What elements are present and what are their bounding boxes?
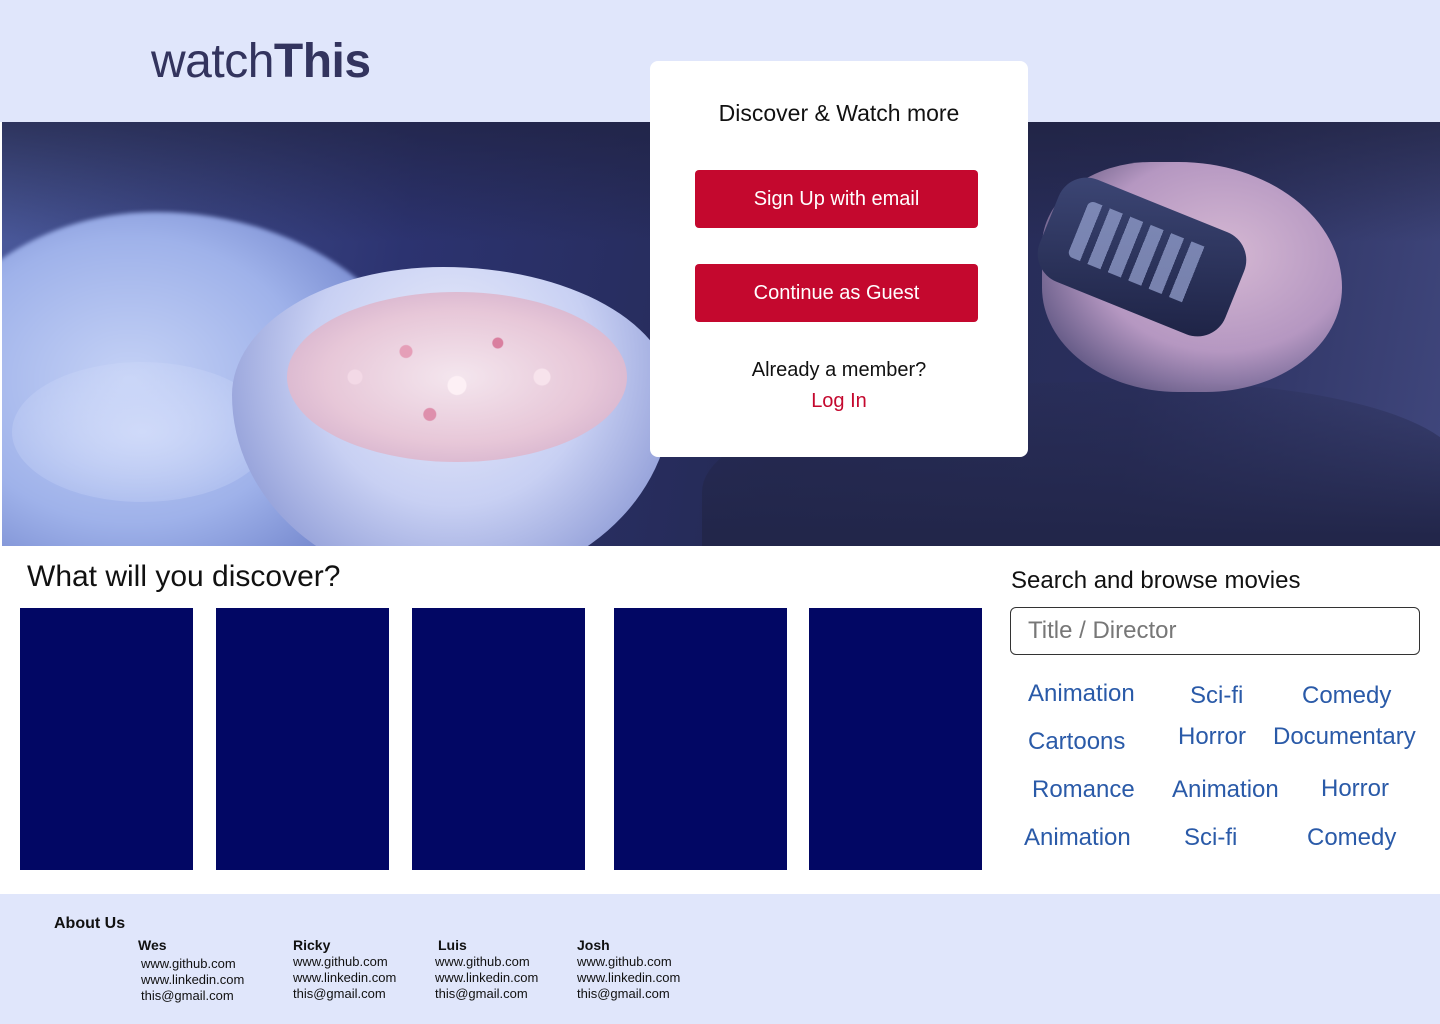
genre-link[interactable]: Romance <box>1032 775 1135 805</box>
genre-link[interactable]: Cartoons <box>1028 727 1125 757</box>
footer: About Us Wes www.github.com www.linkedin… <box>0 894 1440 1024</box>
logo-text-bold: This <box>273 35 371 88</box>
logo-text-regular: watch <box>151 35 274 88</box>
linkedin-link[interactable]: www.linkedin.com <box>293 970 396 986</box>
member-column-josh: Josh www.github.com www.linkedin.com thi… <box>577 936 680 1002</box>
member-column-luis: Luis www.github.com www.linkedin.com thi… <box>435 936 538 1002</box>
member-column-wes: Wes www.github.com www.linkedin.com this… <box>138 936 244 1004</box>
movie-card[interactable] <box>614 608 787 870</box>
movie-card[interactable] <box>216 608 389 870</box>
linkedin-link[interactable]: www.linkedin.com <box>577 970 680 986</box>
auth-card: Discover & Watch more Sign Up with email… <box>650 61 1028 457</box>
member-prompt: Already a member? <box>751 359 927 381</box>
genre-link[interactable]: Animation <box>1024 823 1131 853</box>
genre-link[interactable]: Horror <box>1321 774 1389 804</box>
about-title: About Us <box>54 915 126 932</box>
genre-link[interactable]: Comedy <box>1302 681 1391 711</box>
genre-link[interactable]: Sci-fi <box>1190 681 1243 711</box>
github-link[interactable]: www.github.com <box>293 954 396 970</box>
discover-title: What will you discover? <box>27 560 341 593</box>
continue-guest-button[interactable]: Continue as Guest <box>695 264 978 322</box>
member-name: Josh <box>577 937 610 953</box>
email-link[interactable]: this@gmail.com <box>141 988 244 1004</box>
member-name: Wes <box>138 937 167 953</box>
signup-email-button[interactable]: Sign Up with email <box>695 170 978 228</box>
member-name: Ricky <box>293 937 331 953</box>
movie-card[interactable] <box>20 608 193 870</box>
genre-link[interactable]: Animation <box>1028 679 1135 709</box>
member-name: Luis <box>438 937 467 953</box>
genre-link[interactable]: Documentary <box>1273 722 1416 752</box>
genre-link[interactable]: Sci-fi <box>1184 823 1237 853</box>
genre-link[interactable]: Horror <box>1178 722 1246 752</box>
auth-title: Discover & Watch more <box>718 100 960 126</box>
logo[interactable]: watchThis <box>151 34 371 90</box>
email-link[interactable]: this@gmail.com <box>293 986 396 1002</box>
github-link[interactable]: www.github.com <box>577 954 680 970</box>
linkedin-link[interactable]: www.linkedin.com <box>435 970 538 986</box>
member-column-ricky: Ricky www.github.com www.linkedin.com th… <box>293 936 396 1002</box>
email-link[interactable]: this@gmail.com <box>435 986 538 1002</box>
search-title: Search and browse movies <box>1011 567 1301 594</box>
linkedin-link[interactable]: www.linkedin.com <box>141 972 244 988</box>
genre-link[interactable]: Comedy <box>1307 823 1396 853</box>
login-link[interactable]: Log In <box>650 387 1028 415</box>
search-input[interactable] <box>1010 607 1420 655</box>
movie-card[interactable] <box>412 608 585 870</box>
genre-link[interactable]: Animation <box>1172 775 1279 805</box>
github-link[interactable]: www.github.com <box>435 954 538 970</box>
movie-card[interactable] <box>809 608 982 870</box>
email-link[interactable]: this@gmail.com <box>577 986 680 1002</box>
github-link[interactable]: www.github.com <box>141 956 244 972</box>
hero-popcorn <box>287 292 627 462</box>
